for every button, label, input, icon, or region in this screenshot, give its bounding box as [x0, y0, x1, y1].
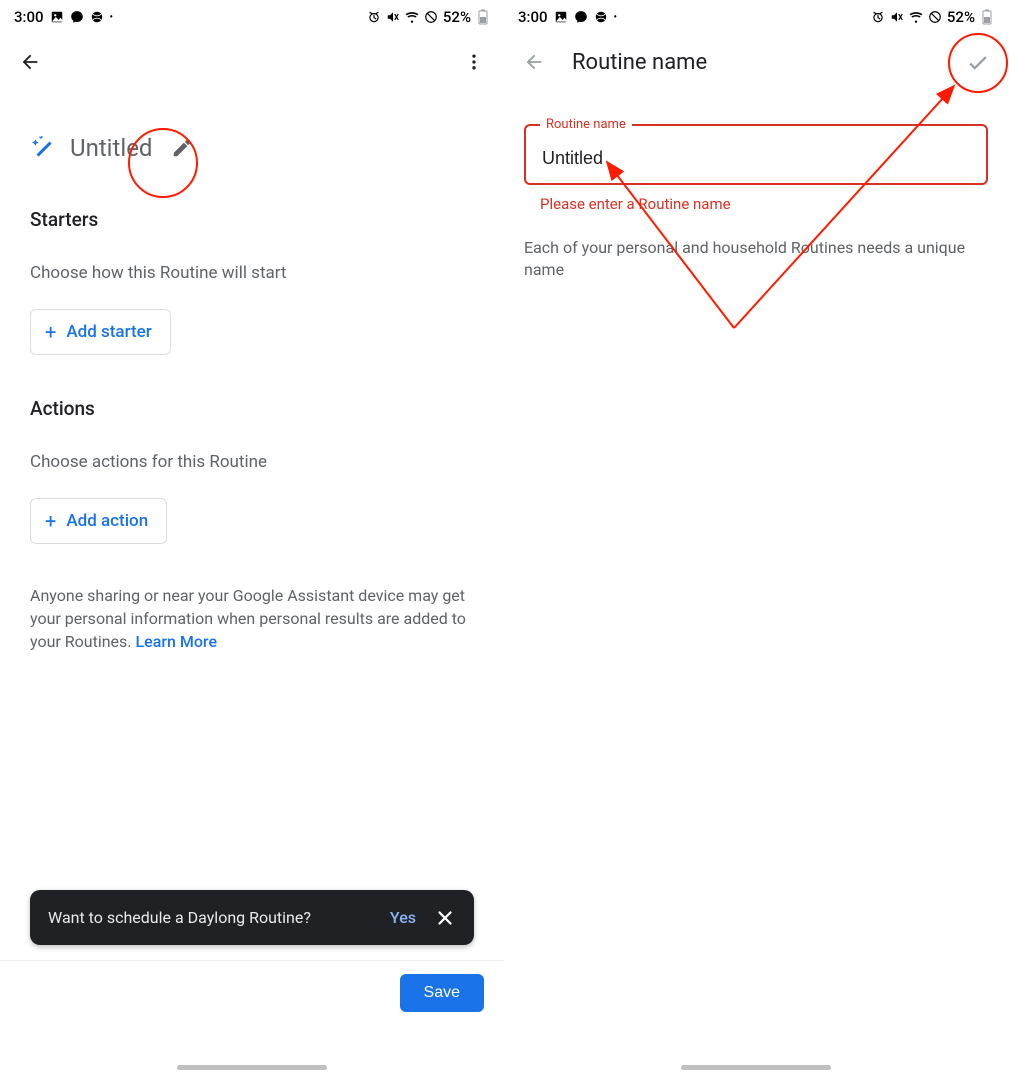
sports-icon: [90, 10, 104, 24]
appbar-right: Routine name: [504, 34, 1008, 90]
add-starter-button[interactable]: + Add starter: [30, 309, 171, 355]
plus-icon: +: [45, 320, 56, 344]
field-hint: Each of your personal and household Rout…: [524, 237, 988, 282]
wand-icon: [30, 135, 56, 161]
appbar-title: Routine name: [572, 50, 707, 75]
disclaimer-text: Anyone sharing or near your Google Assis…: [30, 584, 474, 654]
messenger-icon: [70, 10, 84, 24]
footer-left: Save: [0, 960, 504, 1024]
add-action-label: Add action: [66, 511, 148, 531]
status-bar: 3:00 •: [0, 0, 504, 34]
back-button[interactable]: [12, 44, 48, 80]
battery-icon: [476, 10, 490, 24]
plus-icon: +: [45, 509, 56, 533]
confirm-button[interactable]: [960, 44, 996, 80]
field-label: Routine name: [540, 117, 632, 132]
pencil-icon: [171, 137, 193, 159]
battery-icon: [980, 10, 994, 24]
check-icon: [965, 49, 991, 75]
gallery-icon: [50, 10, 64, 24]
routine-title: Untitled: [70, 134, 152, 162]
toast-close-button[interactable]: [430, 903, 460, 933]
field-error: Please enter a Routine name: [540, 195, 988, 213]
routine-name-input[interactable]: [542, 148, 970, 169]
appbar-left: [0, 34, 504, 90]
mute-icon: [890, 10, 904, 24]
save-button[interactable]: Save: [400, 974, 484, 1012]
close-icon: [434, 907, 456, 929]
phone-left: 3:00 •: [0, 0, 504, 1080]
mute-icon: [386, 10, 400, 24]
wifi-icon: [909, 10, 923, 24]
starters-subtext: Choose how this Routine will start: [30, 263, 474, 283]
status-battery-pct: 52%: [947, 8, 975, 26]
no-sim-icon: [928, 10, 942, 24]
add-starter-label: Add starter: [66, 322, 151, 342]
add-action-button[interactable]: + Add action: [30, 498, 167, 544]
status-time: 3:00: [14, 8, 44, 26]
actions-heading: Actions: [30, 397, 474, 420]
overflow-menu-button[interactable]: [456, 44, 492, 80]
toast-message: Want to schedule a Daylong Routine?: [48, 908, 311, 927]
messenger-icon: [574, 10, 588, 24]
sports-icon: [594, 10, 608, 24]
gallery-icon: [554, 10, 568, 24]
toast-yes-button[interactable]: Yes: [376, 902, 430, 933]
back-button[interactable]: [516, 44, 552, 80]
nav-handle[interactable]: [177, 1065, 327, 1070]
starters-heading: Starters: [30, 208, 474, 231]
actions-subtext: Choose actions for this Routine: [30, 452, 474, 472]
status-more-dot-icon: •: [110, 12, 114, 23]
daylong-toast: Want to schedule a Daylong Routine? Yes: [30, 890, 474, 945]
status-more-dot-icon: •: [614, 12, 618, 23]
status-time: 3:00: [518, 8, 548, 26]
status-battery-pct: 52%: [443, 8, 471, 26]
status-bar: 3:00 •: [504, 0, 1008, 34]
arrow-left-icon: [523, 51, 545, 73]
wifi-icon: [405, 10, 419, 24]
routine-name-field[interactable]: Routine name: [524, 124, 988, 185]
alarm-icon: [367, 10, 381, 24]
more-vert-icon: [464, 52, 484, 72]
edit-title-button[interactable]: [164, 130, 200, 166]
no-sim-icon: [424, 10, 438, 24]
nav-handle[interactable]: [681, 1065, 831, 1070]
phone-right: 3:00 •: [504, 0, 1008, 1080]
alarm-icon: [871, 10, 885, 24]
learn-more-link[interactable]: Learn More: [135, 632, 217, 651]
arrow-left-icon: [19, 51, 41, 73]
